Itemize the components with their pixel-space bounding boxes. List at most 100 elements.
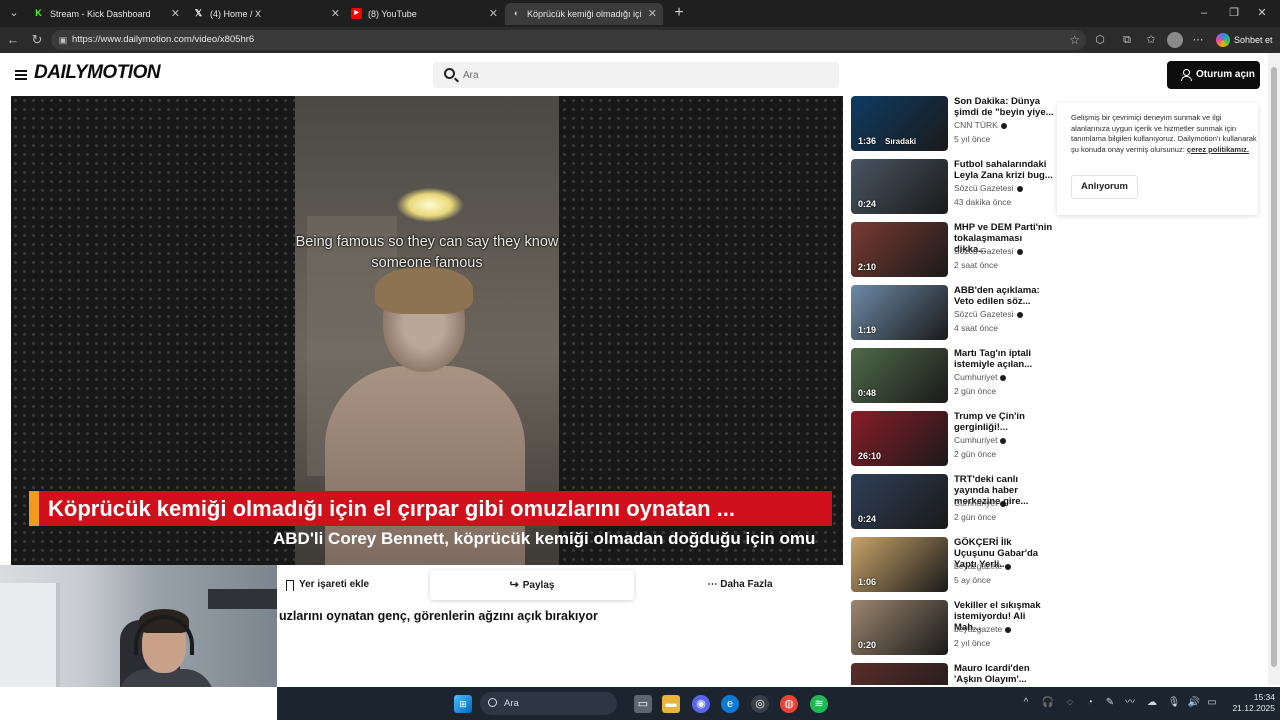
tray-pen-icon[interactable]: ✎ [1103,696,1117,710]
related-video-thumbnail[interactable]: 26:10 [851,411,948,466]
related-video-channel[interactable]: Cumhuriyet [954,372,1007,382]
back-arrow-icon[interactable]: ← [4,31,22,49]
related-video-channel[interactable]: Cumhuriyet [954,435,1007,445]
extensions-icon[interactable]: ⬡ [1092,32,1108,48]
sub-ticker: ABD'li Corey Bennett, köprücük kemiği ol… [11,526,843,551]
related-video-item[interactable]: 2:10 MHP ve DEM Parti'nin tokalaşmaması d… [851,222,1056,279]
related-video-title[interactable]: Mauro Icardi'den 'Aşkın Olayım'... [954,663,1054,685]
site-info-icon[interactable]: ▣ [57,33,69,47]
related-video-thumbnail[interactable]: 1:36 Sıradaki [851,96,948,151]
related-video-age: 2 gün önce [954,386,997,396]
search-input[interactable] [463,62,823,88]
related-video-title[interactable]: ABB'den açıklama: Veto edilen söz... [954,285,1054,307]
related-video-channel[interactable]: beyazgazete [954,624,1012,634]
tray-app-icon[interactable]: ◌ [1063,696,1077,710]
browser-tab-dailymotion[interactable]: ◖ Köprücük kemiği olmadığı içi ✕ [505,3,663,25]
related-video-title[interactable]: Son Dakika: Dünya şimdi de "beyin yiye..… [954,96,1054,118]
related-video-title[interactable]: Trump ve Çin'in gerginliği!... [954,411,1054,433]
steam-icon[interactable]: ◔ [1083,696,1097,710]
tray-cloud-icon[interactable]: ☁ [1145,696,1159,710]
related-video-age: 5 yıl önce [954,134,991,144]
battery-icon[interactable]: ▭ [1205,696,1219,710]
browser-tab-youtube[interactable]: ▶ (8) YouTube ✕ [346,3,504,25]
address-bar[interactable]: ▣ https://www.dailymotion.com/video/x805… [51,30,1086,50]
login-button[interactable]: Oturum açın [1167,61,1260,89]
close-tab-icon[interactable]: ✕ [489,3,498,25]
related-video-title[interactable]: Futbol sahalarındaki Leyla Zana krizi bu… [954,159,1054,181]
related-video-item[interactable]: Mauro Icardi'den 'Aşkın Olayım'... [851,663,1056,685]
related-video-age: 4 saat önce [954,323,998,333]
video-duration: 0:48 [858,388,877,398]
related-video-item[interactable]: 0:20 Vekiller el sıkışmak istemiyordu! Al… [851,600,1056,657]
video-actions: Yer işareti ekle ↪ Paylaş ⋯ Daha Fazla [277,570,843,600]
related-video-channel[interactable]: CNN TÜRK [954,120,1007,130]
refresh-icon[interactable]: ↻ [28,31,46,49]
related-video-channel[interactable]: Sözcü Gazetesi [954,183,1023,193]
minimize-icon[interactable]: – [1195,4,1213,22]
chrome-icon[interactable]: ◍ [780,695,798,713]
close-tab-icon[interactable]: ✕ [648,3,657,25]
related-video-channel[interactable]: Sözcü Gazetesi [954,309,1023,319]
profile-avatar[interactable] [1167,32,1183,48]
tab-actions-chevron-icon[interactable]: ⌄ [4,4,24,22]
related-video-thumbnail[interactable]: 0:24 [851,159,948,214]
favorite-star-icon[interactable]: ☆ [1069,30,1080,50]
related-video-channel[interactable]: beyazgazete [954,561,1012,571]
window-close-icon[interactable]: ✕ [1253,4,1271,22]
task-view-icon[interactable]: ▭ [634,695,652,713]
more-menu-icon[interactable]: ⋯ [1190,32,1206,48]
favorites-icon[interactable]: ✩ [1143,32,1159,48]
related-video-thumbnail[interactable]: 0:48 [851,348,948,403]
microphone-icon[interactable]: 🎙 [1167,696,1181,710]
menu-icon[interactable] [15,70,27,80]
taskbar-search[interactable]: Ara [480,692,617,715]
cookie-policy-link[interactable]: çerez politikamız. [1187,145,1249,154]
dailymotion-logo[interactable]: DAILYMOTION [34,62,161,84]
related-video-channel[interactable]: Sözcü Gazetesi [954,246,1023,256]
copilot-chat-button[interactable]: Sohbet et [1212,31,1274,49]
related-video-thumbnail[interactable] [851,663,948,685]
windows-start-icon[interactable]: ⊞ [454,695,472,713]
video-player[interactable]: Being famous so they can say they know s… [11,96,843,565]
file-explorer-icon[interactable]: ▬ [662,695,680,713]
close-tab-icon[interactable]: ✕ [171,3,180,25]
share-button[interactable]: ↪ Paylaş [430,570,634,600]
obs-icon[interactable]: ◎ [751,695,769,713]
headphones-icon[interactable]: 🎧 [1041,696,1055,710]
new-tab-button[interactable]: + [670,3,688,23]
related-video-item[interactable]: 0:24 Futbol sahalarındaki Leyla Zana kriz… [851,159,1056,216]
windows-taskbar: ⊞ Ara ▭ ▬ ◉ e ◎ ◍ ≋ ^ 🎧 ◌ ◔ ✎ 〰 ☁ 🎙 🔊 ▭ … [277,687,1280,720]
browser-tab-x[interactable]: 𝕏 (4) Home / X ✕ [188,3,346,25]
edge-icon[interactable]: e [721,695,739,713]
related-video-item[interactable]: 0:24 TRT'deki canlı yayında haber merkezi… [851,474,1056,531]
bookmark-button[interactable]: Yer işareti ekle [277,570,427,600]
related-video-item[interactable]: 1:36 Sıradaki Son Dakika: Dünya şimdi de "… [851,96,1056,153]
related-video-thumbnail[interactable]: 2:10 [851,222,948,277]
split-screen-icon[interactable]: ⧉ [1119,32,1135,48]
close-tab-icon[interactable]: ✕ [331,3,340,25]
maximize-icon[interactable]: ❐ [1225,4,1243,22]
taskbar-clock[interactable]: 15:34 21.12.2025 [1223,692,1275,714]
related-video-item[interactable]: 1:19 ABB'den açıklama: Veto edilen söz...… [851,285,1056,342]
related-video-item[interactable]: 26:10 Trump ve Çin'in gerginliği!... Cumhu… [851,411,1056,468]
related-video-title[interactable]: Martı Tag'ın iptali istemiyle açılan... [954,348,1054,370]
cookie-accept-button[interactable]: Anlıyorum [1071,175,1138,199]
tray-feather-icon[interactable]: 〰 [1123,696,1137,710]
more-button[interactable]: ⋯ Daha Fazla [637,570,843,600]
related-video-item[interactable]: 1:06 GÖKÇERİ İlk Uçuşunu Gabar'da Yaptı Y… [851,537,1056,594]
tab-title: (8) YouTube [368,9,417,19]
browser-tab-kick[interactable]: K Stream - Kick Dashboard ✕ [28,3,186,25]
related-video-thumbnail[interactable]: 1:19 [851,285,948,340]
scrollbar-thumb[interactable] [1271,67,1277,667]
discord-icon[interactable]: ◉ [692,695,710,713]
tray-overflow-icon[interactable]: ^ [1019,696,1033,710]
related-video-thumbnail[interactable]: 1:06 [851,537,948,592]
spotify-icon[interactable]: ≋ [810,695,828,713]
related-video-item[interactable]: 0:48 Martı Tag'ın iptali istemiyle açılan… [851,348,1056,405]
speaker-icon[interactable]: 🔊 [1187,696,1201,710]
related-video-thumbnail[interactable]: 0:20 [851,600,948,655]
related-video-channel[interactable]: Cumhuriyet [954,498,1007,508]
related-video-thumbnail[interactable]: 0:24 [851,474,948,529]
page-scrollbar[interactable] [1268,53,1280,685]
search-bar[interactable] [433,62,839,88]
